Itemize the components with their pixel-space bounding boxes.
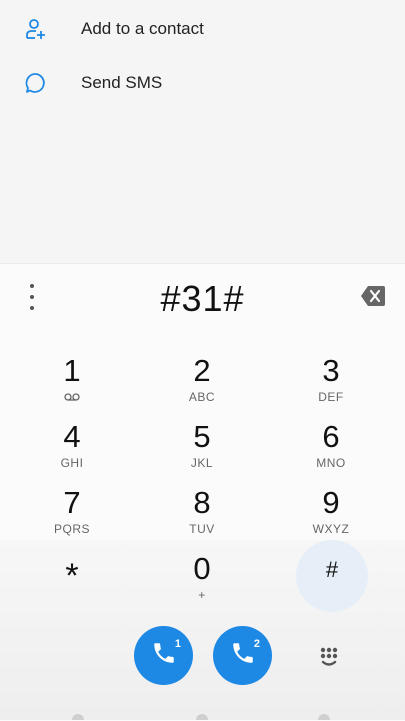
phone-icon bbox=[230, 640, 256, 671]
message-icon bbox=[24, 71, 48, 95]
key-7[interactable]: 7 PQRS bbox=[12, 486, 132, 548]
key-digit: 6 bbox=[322, 419, 340, 454]
key-9[interactable]: 9 WXYZ bbox=[271, 486, 391, 548]
key-hash[interactable]: # bbox=[272, 558, 392, 620]
phone-icon bbox=[151, 640, 177, 671]
backspace-icon[interactable] bbox=[360, 285, 386, 307]
more-options-icon[interactable] bbox=[22, 284, 42, 310]
dialed-number: #31# bbox=[160, 278, 245, 319]
key-digit: 7 bbox=[63, 485, 81, 520]
dialpad-toggle-icon[interactable] bbox=[318, 646, 344, 668]
key-letters: TUV bbox=[189, 522, 215, 536]
key-digit: 3 bbox=[322, 353, 340, 388]
sim2-label: 2 bbox=[253, 638, 260, 650]
key-2[interactable]: 2 ABC bbox=[142, 354, 262, 416]
key-letters: ABC bbox=[188, 390, 216, 404]
key-star[interactable]: * bbox=[12, 556, 132, 618]
key-letters: + bbox=[198, 588, 206, 602]
key-letters: GHI bbox=[60, 456, 84, 470]
key-1[interactable]: 1 bbox=[12, 354, 132, 416]
key-digit: 9 bbox=[322, 485, 340, 520]
add-to-contact-option[interactable]: Add to a contact bbox=[0, 2, 405, 56]
call-sim2-button[interactable]: 2 bbox=[213, 626, 272, 685]
send-sms-option[interactable]: Send SMS bbox=[0, 56, 405, 110]
key-letters: DEF bbox=[318, 390, 344, 404]
key-letters: MNO bbox=[316, 456, 346, 470]
send-sms-label: Send SMS bbox=[81, 73, 163, 92]
add-to-contact-label: Add to a contact bbox=[81, 19, 204, 38]
key-8[interactable]: 8 TUV bbox=[142, 486, 262, 548]
key-digit: 1 bbox=[63, 353, 81, 388]
key-digit: 8 bbox=[193, 485, 211, 520]
options-panel: Add to a contact Send SMS bbox=[0, 0, 405, 263]
key-digit: # bbox=[325, 557, 339, 582]
key-4[interactable]: 4 GHI bbox=[12, 420, 132, 482]
key-digit: 5 bbox=[193, 419, 211, 454]
nav-bar-hint bbox=[318, 714, 330, 720]
call-sim1-button[interactable]: 1 bbox=[134, 626, 193, 685]
nav-bar-hint bbox=[72, 714, 84, 720]
key-letters: WXYZ bbox=[312, 522, 350, 536]
add-contact-icon bbox=[24, 17, 48, 41]
key-3[interactable]: 3 DEF bbox=[271, 354, 391, 416]
key-6[interactable]: 6 MNO bbox=[271, 420, 391, 482]
key-0[interactable]: 0 + bbox=[142, 552, 262, 614]
nav-bar-hint bbox=[196, 714, 208, 720]
key-letters: JKL bbox=[190, 456, 214, 470]
key-digit: 2 bbox=[193, 353, 211, 388]
key-digit: * bbox=[65, 557, 79, 595]
voicemail-icon bbox=[12, 390, 132, 404]
sim1-label: 1 bbox=[174, 638, 181, 650]
key-digit: 0 bbox=[193, 551, 211, 586]
key-digit: 4 bbox=[63, 419, 81, 454]
key-5[interactable]: 5 JKL bbox=[142, 420, 262, 482]
key-letters: PQRS bbox=[53, 522, 90, 536]
